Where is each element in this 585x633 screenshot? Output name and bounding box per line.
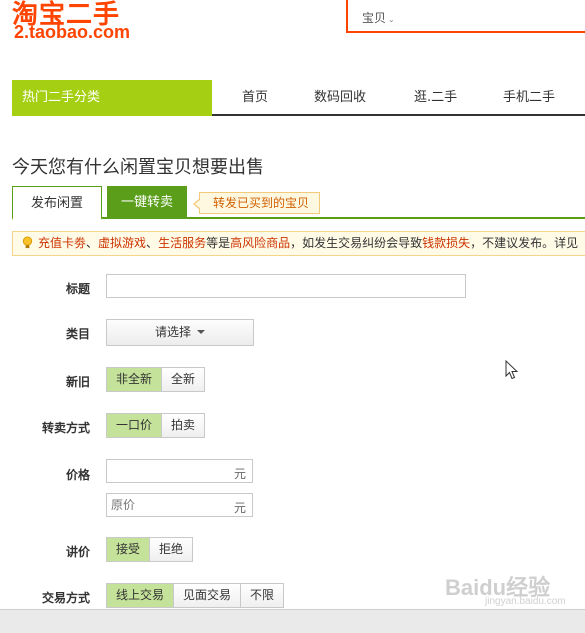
mouse-cursor-icon — [505, 360, 519, 380]
original-price-unit: 元 — [234, 501, 247, 515]
warning-text: 等是 — [206, 236, 231, 250]
warning-sep: 、 — [146, 236, 159, 250]
bargain-label: 讲价 — [65, 545, 90, 559]
sale-method-label: 转卖方式 — [41, 421, 90, 435]
nav-item-phones[interactable]: 手机二手 — [503, 80, 555, 116]
bargain-option-refuse[interactable]: 拒绝 — [150, 538, 193, 561]
tab-publish-idle[interactable]: 发布闲置 — [12, 186, 102, 220]
category-select-label: 请选择 — [154, 325, 191, 339]
condition-option-used[interactable]: 非全新 — [107, 368, 163, 391]
warning-high-risk: 高风险商品 — [230, 236, 291, 250]
nav-item-digital-recycle[interactable]: 数码回收 — [314, 80, 366, 116]
warning-money-loss: 钱款损失 — [422, 236, 471, 250]
bottom-status-bar — [0, 609, 585, 633]
logo-domain-text: 2.taobao.com — [14, 22, 131, 42]
category-select[interactable]: 请选择 — [106, 319, 254, 346]
condition-label: 新旧 — [65, 375, 90, 389]
baidu-jingyan-watermark: Baidu经验 jingyan.baidu.com — [445, 568, 585, 608]
title-input[interactable] — [106, 274, 466, 298]
main-nav: 热门二手分类 首页 数码回收 逛.二手 手机二手 — [12, 80, 585, 116]
sale-option-auction[interactable]: 拍卖 — [162, 414, 205, 437]
search-box: 宝贝 ⌄ — [346, 0, 585, 33]
nav-item-home[interactable]: 首页 — [242, 80, 268, 116]
category-label: 类目 — [65, 327, 90, 341]
original-price-input[interactable] — [106, 493, 253, 517]
price-input[interactable] — [106, 459, 253, 483]
condition-segment: 非全新 全新 — [106, 367, 206, 392]
trade-option-online[interactable]: 线上交易 — [107, 584, 175, 607]
nav-hot-categories[interactable]: 热门二手分类 — [12, 80, 212, 116]
warning-sep: 、 — [86, 236, 99, 250]
nav-item-browse-secondhand[interactable]: 逛.二手 — [414, 80, 457, 116]
publish-tabs: 发布闲置 一键转卖 转发已买到的宝贝 — [12, 186, 585, 220]
trade-option-in-person[interactable]: 见面交易 — [174, 584, 242, 607]
search-scope-dropdown[interactable]: 宝贝 ⌄ — [362, 9, 395, 26]
trade-option-any[interactable]: 不限 — [241, 584, 284, 607]
title-label: 标题 — [65, 282, 90, 296]
sale-option-fixed-price[interactable]: 一口价 — [107, 414, 163, 437]
warning-text: ，如发生交易纠纷会导致 — [290, 236, 423, 250]
warning-item-recharge: 充值卡劵 — [38, 236, 87, 250]
lightbulb-icon — [22, 236, 33, 249]
risk-warning-banner: 充值卡劵、虚拟游戏、生活服务等是高风险商品，如发生交易纠纷会导致钱款损失，不建议… — [12, 231, 585, 256]
sale-method-segment: 一口价 拍卖 — [106, 413, 206, 438]
search-input[interactable] — [408, 4, 578, 28]
warning-item-life-services: 生活服务 — [158, 236, 207, 250]
chevron-down-icon: ⌄ — [388, 15, 395, 24]
warning-item-virtual-games: 虚拟游戏 — [98, 236, 147, 250]
warning-text-details: ，不建议发布。详见 — [470, 236, 579, 250]
search-scope-label: 宝贝 — [362, 11, 387, 25]
price-unit: 元 — [234, 467, 247, 481]
watermark-url: jingyan.baidu.com — [485, 596, 566, 607]
trade-method-segment: 线上交易 见面交易 不限 — [106, 583, 285, 608]
bargain-segment: 接受 拒绝 — [106, 537, 194, 562]
taobao-2-logo[interactable]: 淘宝二手 2.taobao.com — [12, 0, 162, 44]
caret-down-icon — [197, 330, 205, 334]
condition-option-new[interactable]: 全新 — [162, 368, 205, 391]
tab-one-click-resell[interactable]: 一键转卖 — [107, 186, 187, 219]
price-label: 价格 — [65, 468, 90, 482]
bargain-option-accept[interactable]: 接受 — [107, 538, 151, 561]
page-title: 今天您有什么闲置宝贝想要出售 — [12, 157, 264, 178]
resell-hint-tooltip: 转发已买到的宝贝 — [192, 192, 321, 214]
trade-method-label: 交易方式 — [41, 591, 90, 605]
